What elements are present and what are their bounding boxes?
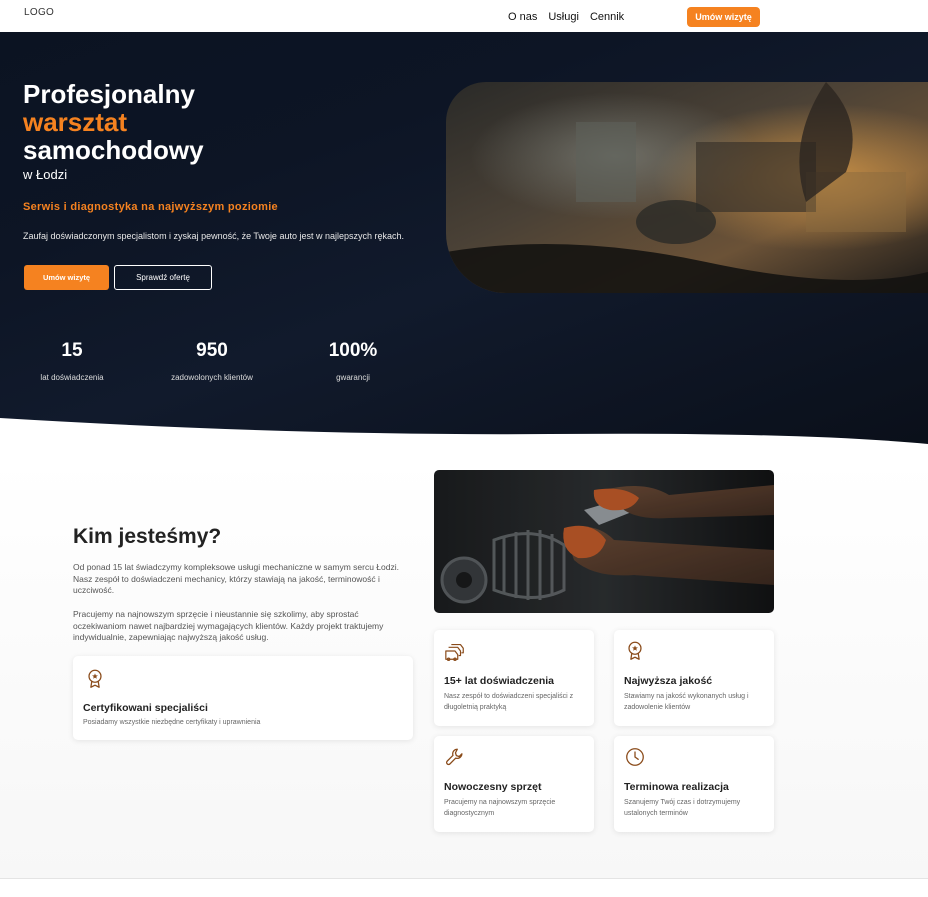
card-title: Terminowa realizacja — [624, 781, 729, 793]
feature-card-experience: 15+ lat doświadczenia Nasz zespół to doś… — [434, 630, 594, 726]
about-title: Kim jesteśmy? — [73, 525, 222, 548]
feature-card-quality: Najwyższa jakość Stawiamy na jakość wyko… — [614, 630, 774, 726]
logo[interactable]: LOGO — [24, 7, 54, 18]
card-title: Najwyższa jakość — [624, 675, 713, 687]
stat-experience: 15 lat doświadczenia — [12, 340, 132, 382]
nav-item-pricing[interactable]: Cennik — [590, 11, 624, 23]
hero-tagline: Serwis i diagnostyka na najwyższym pozio… — [23, 201, 278, 213]
card-title: Certyfikowani specjaliści — [83, 702, 208, 714]
hero-workshop-image — [446, 82, 928, 293]
stat-number: 950 — [196, 340, 228, 361]
cert-card: Certyfikowani specjaliści Posiadamy wszy… — [73, 656, 413, 740]
card-description: Pracujemy na najnowszym sprzęcie diagnos… — [444, 799, 556, 817]
hero-title-line1: Profesjonalny — [23, 79, 195, 109]
stat-clients: 950 zadowolonych klientów — [152, 340, 272, 382]
footer-divider — [0, 878, 928, 897]
card-description: Posiadamy wszystkie niezbędne certyfikat… — [83, 719, 261, 726]
feature-card-equipment: Nowoczesny sprzęt Pracujemy na najnowszy… — [434, 736, 594, 832]
hero-section: Profesjonalny warsztat samochodowy w Łod… — [0, 32, 928, 458]
hero-title-line3: samochodowy — [23, 135, 204, 165]
clock-icon — [626, 748, 644, 766]
card-title: Nowoczesny sprzęt — [444, 781, 542, 793]
nav-item-about[interactable]: O nas — [508, 11, 537, 23]
engine-repair-image — [434, 470, 774, 613]
stat-number: 15 — [61, 340, 83, 361]
hero-wave-divider — [0, 418, 928, 458]
hero-offer-button[interactable]: Sprawdź ofertę — [114, 265, 212, 290]
nav-item-services[interactable]: Usługi — [548, 11, 579, 23]
main-nav: O nas Usługi Cennik — [508, 11, 624, 23]
card-description: Szanujemy Twój czas i dotrzymujemy ustal… — [624, 799, 741, 817]
hero-title-accent: warsztat — [23, 107, 128, 137]
hero-book-button[interactable]: Umów wizytę — [24, 265, 109, 290]
stat-label: gwarancji — [336, 373, 370, 382]
award-icon — [628, 641, 642, 660]
feature-card-timeliness: Terminowa realizacja Szanujemy Twój czas… — [614, 736, 774, 832]
site-header: LOGO O nas Usługi Cennik Umów wizytę — [0, 0, 928, 32]
award-icon — [88, 669, 102, 688]
stat-guarantee: 100% gwarancji — [293, 340, 413, 382]
hero-title: Profesjonalny warsztat samochodowy — [23, 80, 204, 164]
stat-label: lat doświadczenia — [40, 373, 104, 382]
stat-number: 100% — [328, 340, 378, 361]
hero-subtitle: w Łodzi — [23, 167, 68, 182]
about-paragraph: Od ponad 15 lat świadczymy kompleksowe u… — [73, 562, 399, 595]
wrench-icon — [446, 748, 463, 766]
header-book-button[interactable]: Umów wizytę — [687, 7, 760, 27]
hero-description: Zaufaj doświadczonym specjalistom i zysk… — [23, 231, 405, 241]
card-description: Stawiamy na jakość wykonanych usług i za… — [624, 693, 749, 711]
card-title: 15+ lat doświadczenia — [444, 675, 555, 687]
cars-icon — [445, 643, 464, 662]
stat-label: zadowolonych klientów — [171, 373, 253, 382]
card-description: Nasz zespół to doświadczeni specjaliści … — [444, 693, 574, 711]
about-paragraph: Pracujemy na najnowszym sprzęcie i nieus… — [73, 609, 384, 642]
